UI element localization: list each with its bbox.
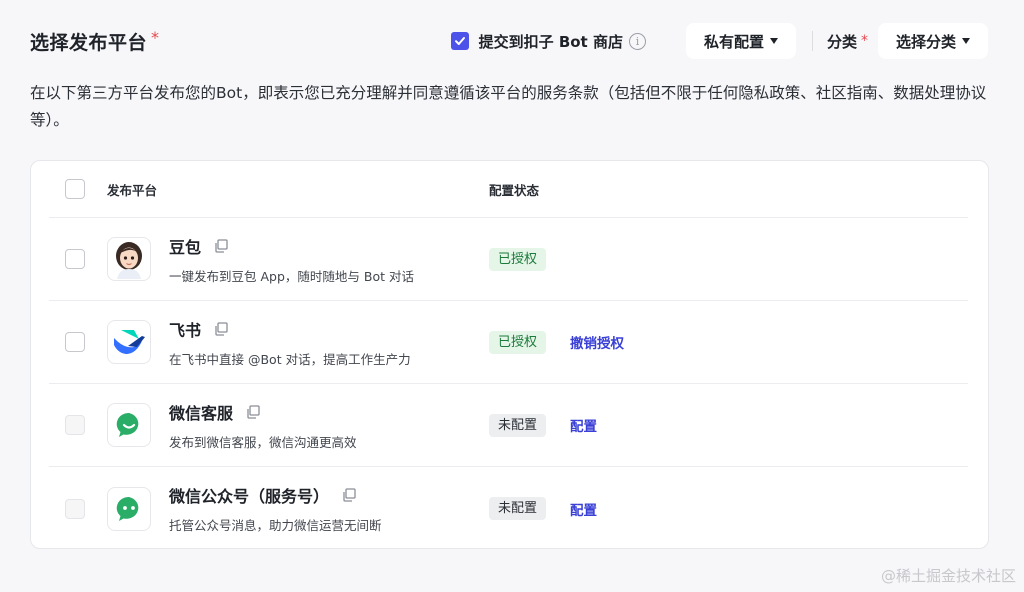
configure-link[interactable]: 配置 — [570, 415, 597, 435]
platform-name: 飞书 — [169, 320, 202, 340]
divider — [811, 31, 813, 51]
status-badge: 未配置 — [489, 413, 547, 437]
copy-icon[interactable] — [213, 321, 229, 337]
terms-description: 在以下第三方平台发布您的Bot，即表示您已充分理解并同意遵循该平台的服务条款（包… — [30, 84, 987, 129]
private-config-dropdown[interactable]: 私有配置 — [685, 23, 796, 59]
required-mark: * — [151, 27, 160, 47]
platform-description: 一键发布到豆包 App，随时随地与 Bot 对话 — [169, 268, 414, 284]
platform-table: 发布平台 配置状态 豆包 一键发布到豆包 App，随时随地与 Bot 对话 已授… — [30, 160, 989, 549]
category-select-dropdown[interactable]: 选择分类 — [877, 23, 988, 59]
table-header: 发布平台 配置状态 — [49, 161, 968, 218]
platform-description: 在飞书中直接 @Bot 对话，提高工作生产力 — [169, 351, 411, 367]
category-required-mark: * — [860, 33, 868, 49]
table-row: 豆包 一键发布到豆包 App，随时随地与 Bot 对话 已授权 — [49, 218, 968, 301]
status-badge: 已授权 — [489, 247, 547, 271]
platform-description: 托管公众号消息，助力微信运营无间断 — [169, 518, 382, 533]
status-badge: 未配置 — [489, 497, 547, 520]
wechat-kefu-icon — [107, 403, 151, 447]
doubao-avatar-icon — [107, 237, 151, 281]
check-icon — [454, 37, 465, 45]
submit-store-checkbox[interactable] — [450, 32, 469, 50]
watermark: @稀土掘金技术社区 — [880, 567, 1016, 585]
select-all-checkbox[interactable] — [65, 179, 85, 199]
caret-down-icon — [962, 38, 970, 44]
caret-down-icon — [769, 38, 778, 44]
configure-link[interactable]: 配置 — [570, 499, 597, 519]
table-row: 微信客服 发布到微信客服，微信沟通更高效 未配置 配置 — [49, 384, 968, 467]
copy-icon[interactable] — [245, 404, 261, 420]
submit-store-label[interactable]: 提交到扣子 Bot 商店 — [479, 31, 623, 52]
feishu-icon — [107, 320, 151, 364]
platform-name: 豆包 — [169, 237, 202, 257]
row-checkbox[interactable] — [65, 332, 85, 352]
platform-description: 发布到微信客服，微信沟通更高效 — [169, 434, 357, 450]
platform-name: 微信公众号（服务号） — [169, 487, 330, 506]
status-badge: 已授权 — [489, 330, 547, 354]
row-checkbox[interactable] — [65, 249, 85, 269]
private-config-label: 私有配置 — [703, 32, 764, 51]
header-bar: 选择发布平台 * 提交到扣子 Bot 商店 i 私有配置 分类 * 选择分类 — [30, 22, 988, 60]
revoke-authorization-link[interactable]: 撤销授权 — [570, 332, 624, 352]
column-header-platform: 发布平台 — [107, 182, 158, 198]
category-select-label: 选择分类 — [895, 32, 956, 51]
table-row: 微信公众号（服务号） 托管公众号消息，助力微信运营无间断 未配置 配置 — [49, 467, 968, 550]
column-header-status: 配置状态 — [489, 182, 540, 198]
row-checkbox — [65, 498, 85, 519]
copy-icon[interactable] — [341, 487, 357, 503]
wechat-official-icon — [107, 486, 151, 531]
table-row: 飞书 在飞书中直接 @Bot 对话，提高工作生产力 已授权 撤销授权 — [49, 301, 968, 384]
category-label: 分类 — [826, 32, 857, 51]
page-title: 选择发布平台 — [30, 31, 148, 54]
row-checkbox — [65, 415, 85, 435]
info-icon[interactable]: i — [628, 32, 646, 50]
platform-name: 微信客服 — [169, 403, 234, 423]
copy-icon[interactable] — [213, 238, 229, 254]
header-controls: 提交到扣子 Bot 商店 i 私有配置 分类 * 选择分类 — [450, 23, 988, 59]
